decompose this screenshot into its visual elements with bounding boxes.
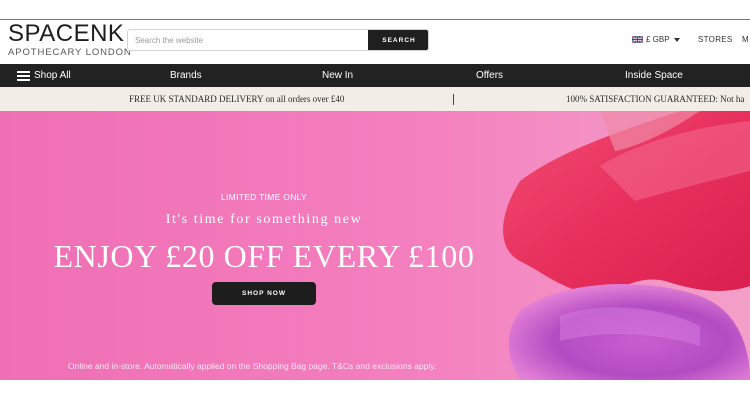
logo-tagline: APOTHECARY LONDON [8,47,132,58]
uk-flag-icon [632,36,643,43]
promo-divider [453,94,454,105]
site-logo[interactable]: SPACENK APOTHECARY LONDON [8,20,132,59]
nav-item-brands[interactable]: Brands [170,64,202,87]
nav-shop-all[interactable]: Shop All [17,64,71,87]
hero-footnote: Online and in-store. Automatically appli… [68,361,437,371]
promo-bar: FREE UK STANDARD DELIVERY on all orders … [0,87,750,111]
nav-item-new-in[interactable]: New In [322,64,353,87]
promo-guarantee[interactable]: 100% SATISFACTION GUARANTEED: Not ha [566,87,744,111]
menu-icon [17,71,30,81]
hero-eyebrow: LIMITED TIME ONLY [220,192,308,202]
promo-delivery[interactable]: FREE UK STANDARD DELIVERY on all orders … [129,87,344,111]
hero-subtitle: It's time for something new [165,212,363,227]
stores-link[interactable]: STORES [698,35,733,44]
nav-shop-all-label: Shop All [34,70,71,81]
header-more-link[interactable]: M [742,35,749,44]
nav-item-offers[interactable]: Offers [476,64,503,87]
search-form: SEARCH [127,29,429,51]
search-button[interactable]: SEARCH [368,30,428,50]
search-input[interactable] [128,30,368,50]
currency-label: £ GBP [646,35,670,44]
nav-item-inside-space[interactable]: Inside Space [625,64,683,87]
logo-wordmark: SPACENK [8,20,125,47]
hero-banner[interactable]: LIMITED TIME ONLY It's time for somethin… [0,111,750,380]
currency-selector[interactable]: £ GBP [632,35,680,44]
main-nav: Shop All Brands New In Offers Inside Spa… [0,64,750,87]
site-header: SPACENK APOTHECARY LONDON SEARCH £ GBP S… [0,20,750,64]
caret-down-icon [673,37,680,42]
hero-title: ENJOY £20 OFF EVERY £100 [53,238,475,274]
shop-now-button[interactable]: SHOP NOW [212,282,316,305]
